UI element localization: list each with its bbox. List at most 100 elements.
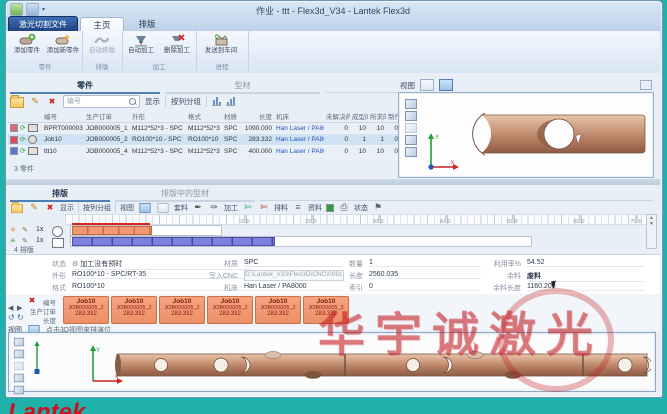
- view-list-icon[interactable]: [157, 203, 168, 213]
- row-edit-icon: ✎: [22, 237, 28, 245]
- delete-icon[interactable]: ✖: [44, 202, 56, 213]
- part-card[interactable]: Job10JOB000005_2283.332: [111, 296, 157, 324]
- status-square-icon: [10, 124, 18, 132]
- ribbon-group-parts: 添加零件 添加新零件 零件: [8, 31, 83, 72]
- parts-count-footer: 3 零件: [14, 164, 34, 174]
- edit-icon[interactable]: ✎: [28, 202, 40, 213]
- part-card[interactable]: Job10JOB000005_2283.332: [255, 296, 301, 324]
- tab-nestings[interactable]: 排版: [10, 187, 110, 202]
- refresh-icon: ⟳: [20, 125, 26, 132]
- material-label: 材质: [186, 259, 238, 269]
- open-icon[interactable]: [11, 204, 23, 213]
- list-view-icon[interactable]: [212, 96, 221, 106]
- title-bar: ▾ 作业 - ttt - Flex3d_V34 - Lantek Flex3d: [6, 1, 660, 17]
- remnant-value: 废料: [527, 271, 645, 282]
- search-placeholder: 编号: [67, 98, 81, 105]
- bars-icon[interactable]: ≡: [292, 202, 304, 213]
- show-button[interactable]: 显示: [145, 96, 160, 107]
- view-top-icon[interactable]: [405, 135, 417, 145]
- rect-profile-icon: [28, 124, 38, 132]
- open-icon[interactable]: [10, 97, 24, 108]
- nest-manual-icon[interactable]: ✒: [192, 202, 204, 213]
- prev-icon[interactable]: ◀: [8, 304, 13, 312]
- table-row-selected[interactable]: ⟳ Job10JOB000005_2RO100*10 - SPC RO100*1…: [8, 134, 400, 146]
- view-zoom-icon[interactable]: [405, 123, 417, 133]
- round-profile-icon: [28, 135, 37, 144]
- ruler-tick-label: 1000: [238, 219, 249, 225]
- lantek-logo: Lantek: [8, 399, 85, 414]
- view-iso-icon[interactable]: [14, 338, 24, 347]
- data-green-icon[interactable]: [326, 204, 334, 212]
- add-new-part-button[interactable]: 添加新零件: [46, 32, 80, 62]
- format-label: 格式: [16, 283, 66, 293]
- svg-text:Y: Y: [96, 348, 100, 354]
- cards-strip: ✖ ◀ ▶ ↺ ↻ 编号 生产订单 长度 Job10JOB000005_2283…: [6, 294, 660, 330]
- tab-parts[interactable]: 零件: [10, 79, 160, 94]
- splitter[interactable]: [6, 179, 660, 185]
- send-to-workshop-icon: [212, 33, 230, 47]
- nesting-scrollbar[interactable]: ▲▼: [646, 214, 657, 249]
- view-top-icon[interactable]: [14, 374, 24, 383]
- undo-icon[interactable]: ↺: [8, 313, 15, 322]
- tab-rule: [260, 200, 653, 201]
- part-card[interactable]: Job10JOB000005_2283.332: [207, 296, 253, 324]
- table-row[interactable]: ⟳ BPRT000003JOB000005_1M112*52*3 - SPC M…: [8, 123, 400, 134]
- ruler-tick-label: 2000: [305, 219, 316, 225]
- stock-bar[interactable]: [70, 236, 532, 247]
- view-label: 视图: [120, 203, 134, 213]
- add-part-button[interactable]: 添加零件: [10, 32, 44, 62]
- machine-apply-icon[interactable]: ✄: [242, 202, 254, 213]
- delete-machining-button[interactable]: 删除加工: [160, 32, 194, 62]
- row-status-icon: ✳: [10, 237, 16, 245]
- machine-remove-icon[interactable]: ✄: [258, 202, 270, 213]
- part-3d-preview[interactable]: Yx: [398, 92, 654, 178]
- preview-options-icon[interactable]: [640, 80, 652, 90]
- delete-icon[interactable]: ✖: [46, 96, 58, 107]
- edit-icon[interactable]: ✎: [29, 96, 41, 107]
- ribbon-group-machine: 自动加工 删除加工 加工: [122, 31, 197, 72]
- tab-home[interactable]: 主页: [80, 17, 124, 32]
- nest-auto-icon[interactable]: ✑: [208, 202, 220, 213]
- redo-icon[interactable]: ↻: [17, 313, 24, 322]
- next-icon[interactable]: ▶: [17, 304, 22, 312]
- parts-toolbar: ✎ ✖ 编号 显示 按列分组: [10, 95, 235, 107]
- search-icon: [129, 98, 136, 105]
- view-zoom-icon[interactable]: [14, 362, 24, 371]
- tab-profiles[interactable]: 型材: [165, 79, 320, 94]
- preview-view-label: 视图: [400, 80, 415, 91]
- group-by-button[interactable]: 按列分组: [83, 203, 111, 213]
- chart-view-icon[interactable]: [226, 96, 235, 106]
- tab-nesting[interactable]: 排版: [126, 17, 168, 31]
- part-card[interactable]: Job10JOB000005_2283.332: [159, 296, 205, 324]
- view-mode-2d-icon[interactable]: [420, 79, 434, 91]
- add-new-part-icon: [54, 33, 72, 47]
- nested-parts-tiles[interactable]: [72, 226, 152, 235]
- desktop: ▾ 作业 - ttt - Flex3d_V34 - Lantek Flex3d …: [0, 0, 667, 414]
- send-to-workshop-button[interactable]: 发送到车间: [204, 32, 238, 62]
- stock-bar[interactable]: [70, 225, 222, 236]
- view-mode-3d-icon[interactable]: [439, 79, 453, 91]
- part-card[interactable]: Job10JOB000005_2283.332: [303, 296, 349, 324]
- group-by-button[interactable]: 按列分组: [171, 96, 201, 107]
- nesting-3d-viewer[interactable]: Yx: [8, 332, 656, 392]
- status-flag-icon[interactable]: ⚑: [372, 202, 384, 213]
- view-front-icon[interactable]: [405, 111, 417, 121]
- print-icon[interactable]: ⎙: [338, 202, 350, 213]
- ribbon-group-process: 发送到车间 进程: [196, 31, 249, 72]
- auto-machine-button[interactable]: 自动加工: [124, 32, 158, 62]
- status-label: 状态: [16, 259, 66, 269]
- view-side-icon[interactable]: [405, 147, 417, 157]
- show-button[interactable]: 显示: [60, 203, 74, 213]
- view-front-icon[interactable]: [14, 350, 24, 359]
- table-row[interactable]: ⟳ ttt10JOB000005_4M112*52*3 - SPC M112*5…: [8, 146, 400, 157]
- tab-profiles-in-nesting[interactable]: 排版中的型材: [115, 187, 255, 202]
- view-iso-icon[interactable]: [405, 99, 417, 109]
- group-label-process: 进程: [196, 61, 248, 71]
- view-bars-icon[interactable]: [139, 203, 150, 213]
- nested-parts-tiles[interactable]: [72, 237, 275, 246]
- utilization-value: 54.52: [527, 259, 645, 267]
- part-card[interactable]: Job10JOB000005_2283.332: [63, 296, 109, 324]
- view-side-icon[interactable]: [14, 386, 24, 395]
- auto-nest-button[interactable]: 自动排版: [85, 32, 119, 62]
- search-input[interactable]: 编号: [63, 95, 140, 108]
